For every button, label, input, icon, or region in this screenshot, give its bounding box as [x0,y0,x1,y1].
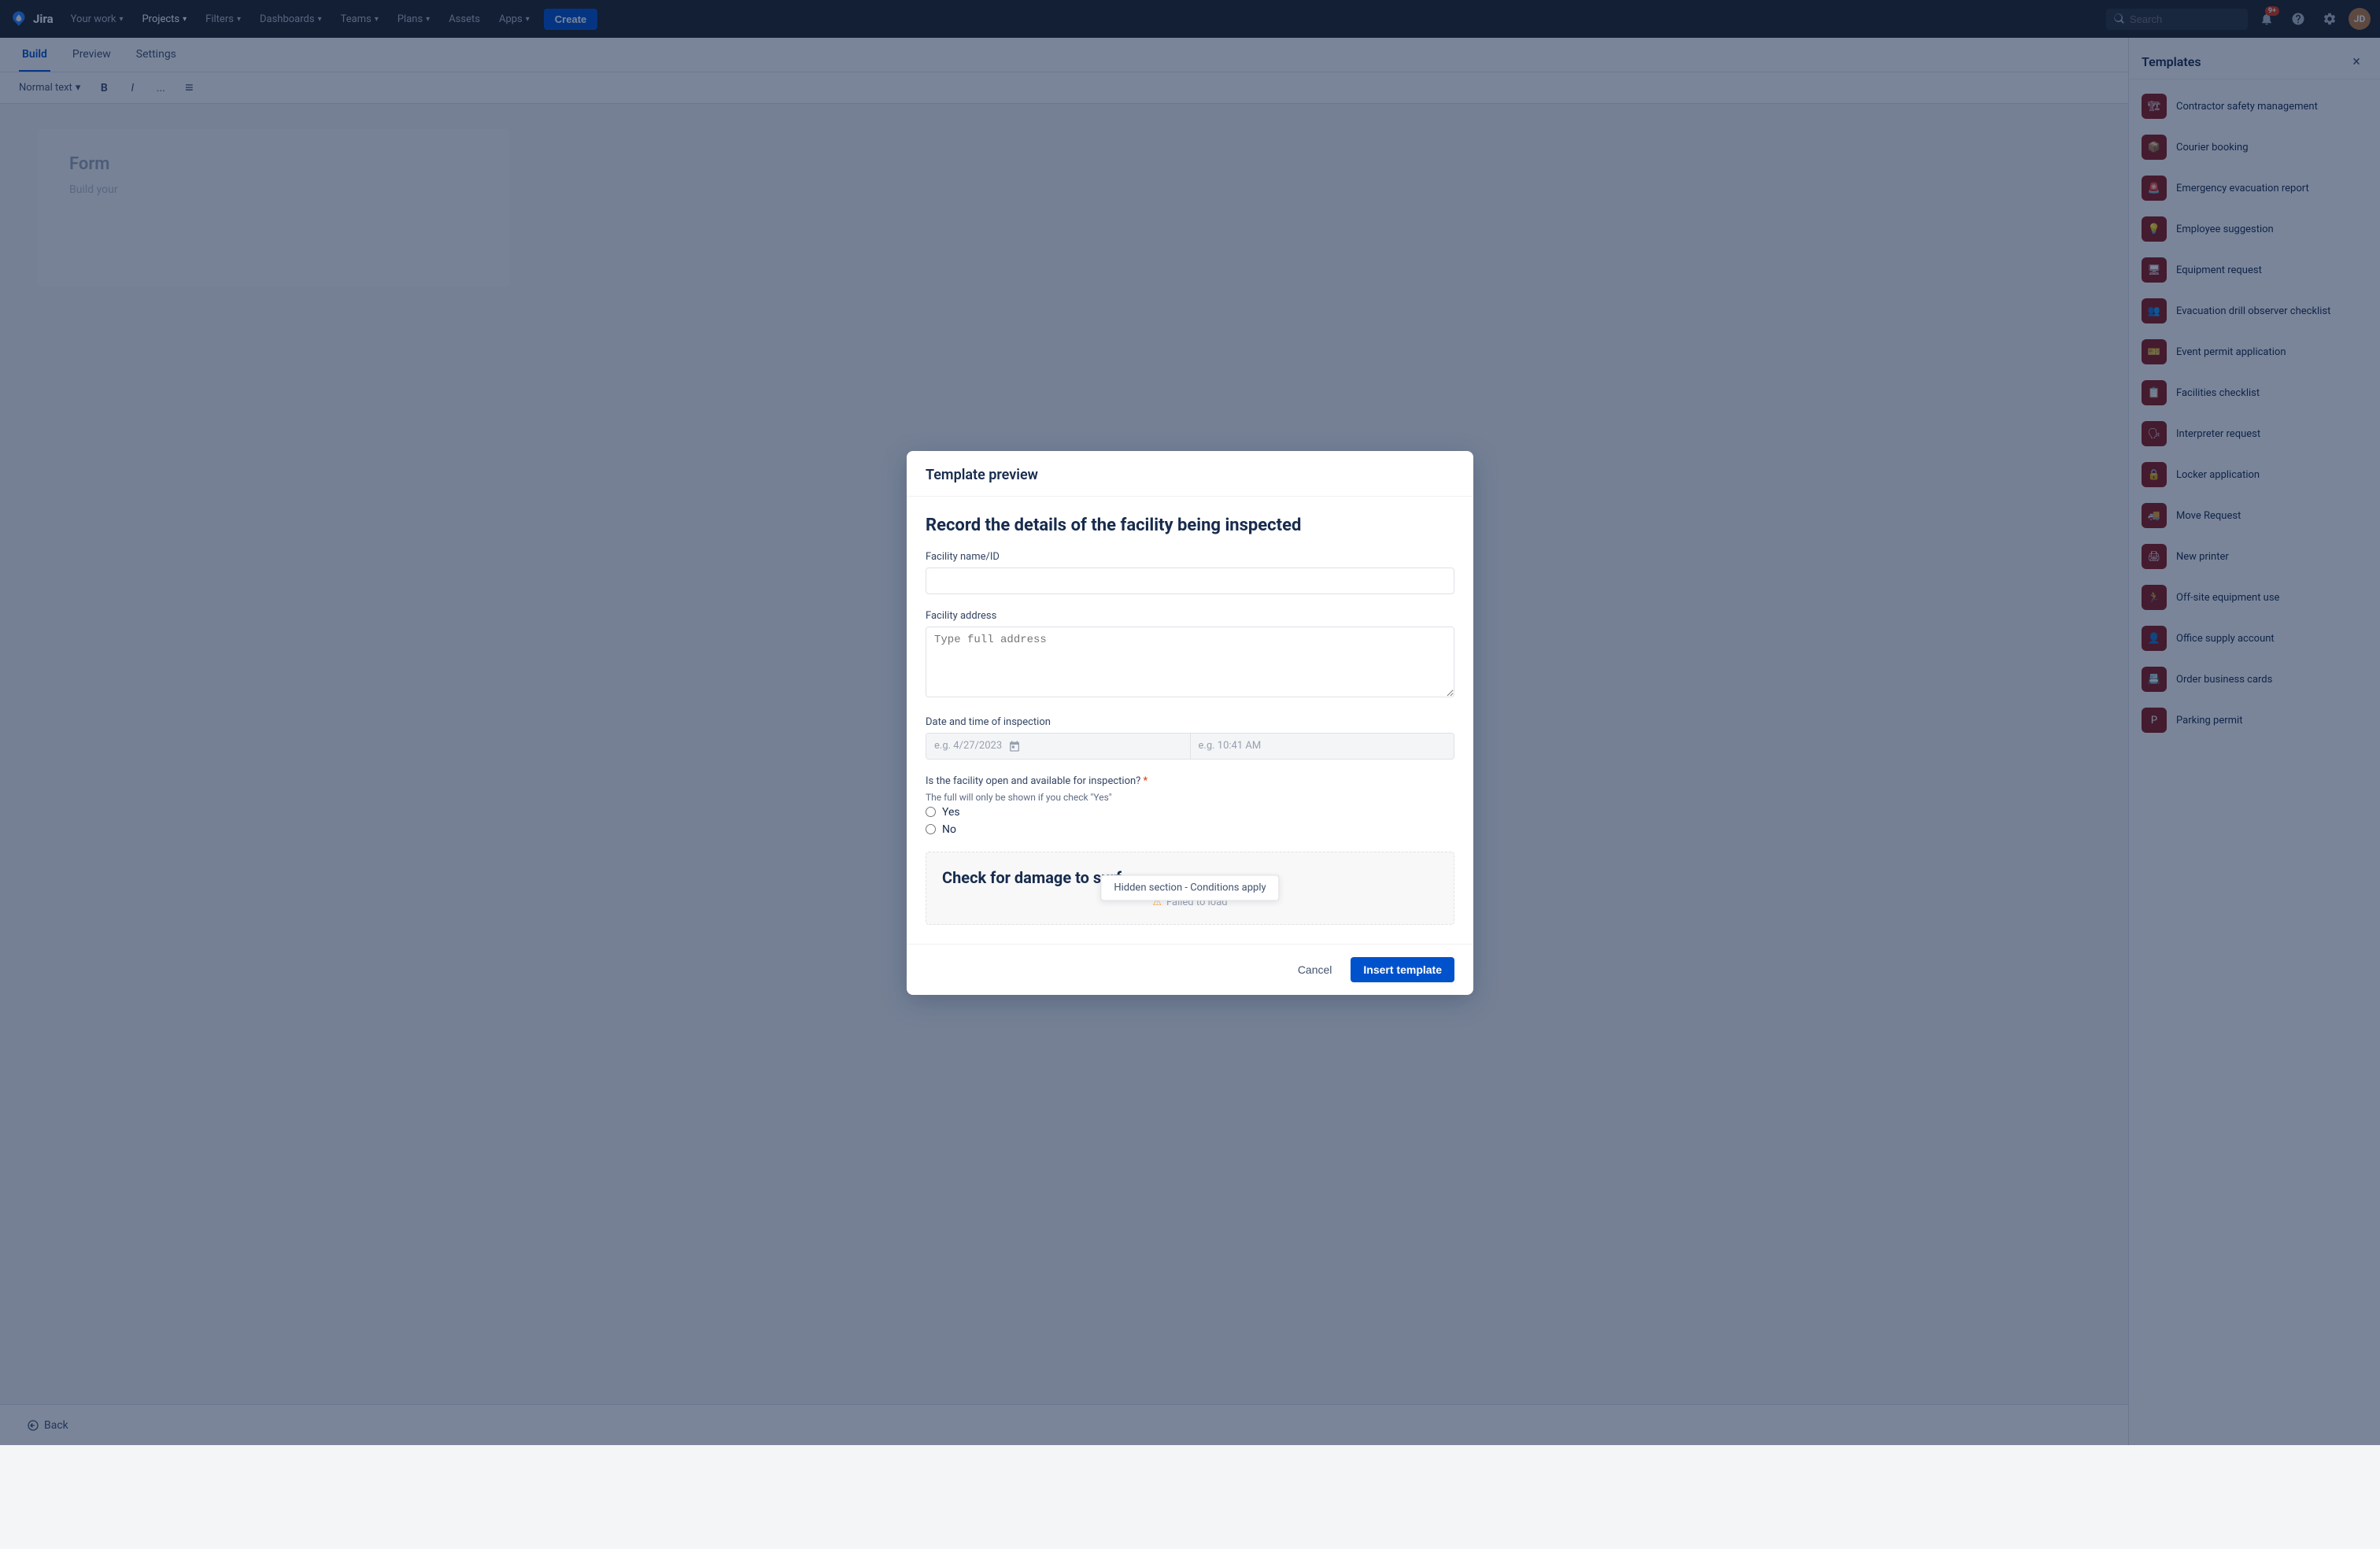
date-time-row: e.g. 4/27/2023 e.g. 10:41 AM [926,733,1454,760]
facility-open-hint: The full will only be shown if you check… [926,792,1454,803]
facility-address-label: Facility address [926,610,1454,622]
insert-template-button[interactable]: Insert template [1351,957,1454,982]
hidden-section-badge: Hidden section - Conditions apply [1100,875,1279,901]
radio-no-input[interactable] [926,824,936,834]
form-section-title: Record the details of the facility being… [926,516,1454,535]
dialog-overlay: Template preview Record the details of t… [0,0,2380,1445]
radio-group: Yes No [926,806,1454,836]
radio-yes-input[interactable] [926,807,936,817]
date-time-field: Date and time of inspection e.g. 4/27/20… [926,716,1454,760]
hidden-section: Check for damage to surf Hidden section … [926,852,1454,925]
dialog-title: Template preview [926,467,1454,483]
cancel-button[interactable]: Cancel [1285,957,1345,982]
date-time-label: Date and time of inspection [926,716,1454,728]
template-preview-dialog: Template preview Record the details of t… [907,451,1473,995]
facility-open-field: Is the facility open and available for i… [926,775,1454,836]
facility-name-label: Facility name/ID [926,551,1454,563]
dialog-body: Record the details of the facility being… [907,497,1473,944]
facility-address-field: Facility address [926,610,1454,701]
date-part[interactable]: e.g. 4/27/2023 [926,734,1190,759]
radio-no[interactable]: No [926,823,1454,836]
dialog-footer: Cancel Insert template [907,944,1473,995]
dialog-header: Template preview [907,451,1473,497]
calendar-icon [1008,740,1021,752]
facility-address-textarea[interactable] [926,627,1454,697]
facility-open-label: Is the facility open and available for i… [926,775,1454,787]
facility-name-field: Facility name/ID [926,551,1454,594]
facility-name-input[interactable] [926,567,1454,594]
radio-yes[interactable]: Yes [926,806,1454,819]
time-part[interactable]: e.g. 10:41 AM [1190,734,1454,759]
